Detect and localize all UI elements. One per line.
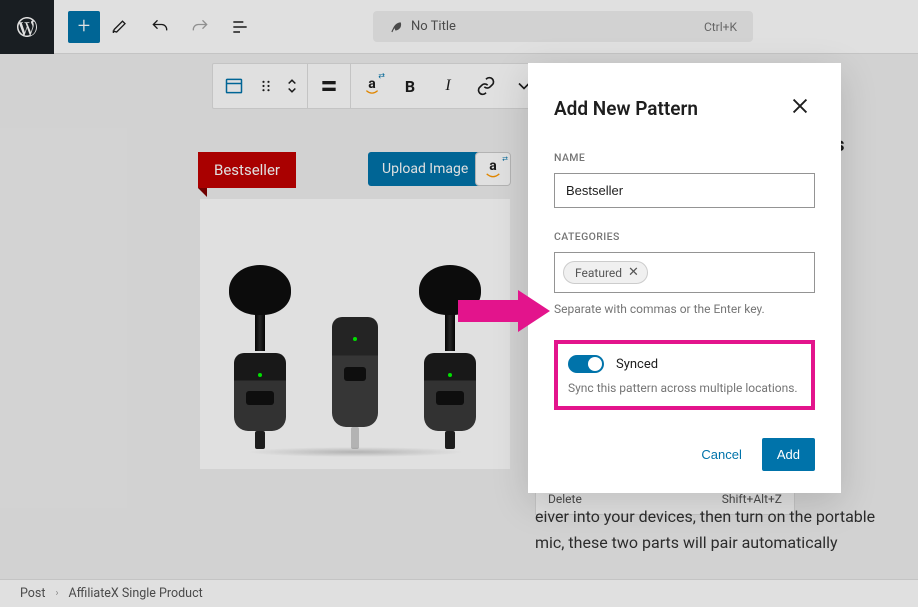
breadcrumb-post[interactable]: Post xyxy=(20,586,45,601)
name-label: NAME xyxy=(554,151,815,164)
move-arrows-icon[interactable] xyxy=(279,65,305,107)
redo-icon[interactable] xyxy=(180,7,220,47)
bold-icon[interactable]: B xyxy=(391,65,429,107)
undo-icon[interactable] xyxy=(140,7,180,47)
cancel-button[interactable]: Cancel xyxy=(695,439,747,470)
align-icon[interactable] xyxy=(310,65,348,107)
close-icon[interactable] xyxy=(785,91,815,125)
document-title-bar[interactable]: No Title Ctrl+K xyxy=(373,11,753,42)
link-icon[interactable] xyxy=(467,65,505,107)
command-shortcut: Ctrl+K xyxy=(704,20,737,34)
feather-icon xyxy=(389,20,403,34)
italic-icon[interactable]: I xyxy=(429,65,467,107)
categories-label: CATEGORIES xyxy=(554,230,815,243)
breadcrumb-block[interactable]: AffiliateX Single Product xyxy=(69,586,203,601)
pattern-name-input[interactable] xyxy=(554,173,815,208)
synced-toggle[interactable] xyxy=(568,355,604,373)
block-type-icon[interactable] xyxy=(215,65,253,107)
edit-tool-icon[interactable] xyxy=(100,7,140,47)
synced-section-highlight: Synced Sync this pattern across multiple… xyxy=(554,340,815,410)
drag-handle-icon[interactable] xyxy=(253,65,279,107)
remove-tag-icon[interactable]: ✕ xyxy=(628,265,639,280)
add-block-button[interactable]: + xyxy=(68,11,100,43)
breadcrumb: Post › AffiliateX Single Product xyxy=(0,579,918,607)
categories-help: Separate with commas or the Enter key. xyxy=(554,302,815,316)
amazon-product-icon[interactable]: ⇄ a xyxy=(353,65,391,107)
document-title: No Title xyxy=(411,19,456,34)
document-overview-icon[interactable] xyxy=(220,7,260,47)
amazon-pill-button[interactable]: ⇄ a xyxy=(475,152,511,186)
synced-label: Synced xyxy=(616,357,658,372)
callout-arrow xyxy=(458,290,550,336)
upload-image-button[interactable]: Upload Image xyxy=(368,152,482,186)
wordpress-logo[interactable] xyxy=(0,0,54,54)
synced-description: Sync this pattern across multiple locati… xyxy=(568,381,801,395)
category-tag: Featured ✕ xyxy=(563,261,648,284)
add-button[interactable]: Add xyxy=(762,438,815,471)
categories-input[interactable]: Featured ✕ xyxy=(554,252,815,293)
editor-topbar: + No Title Ctrl+K xyxy=(0,0,918,54)
add-pattern-modal: Add New Pattern NAME CATEGORIES Featured… xyxy=(528,63,841,493)
product-description[interactable]: eiver into your devices, then turn on th… xyxy=(535,504,885,555)
breadcrumb-separator: › xyxy=(55,588,58,599)
modal-title: Add New Pattern xyxy=(554,97,698,120)
bestseller-badge[interactable]: Bestseller xyxy=(198,152,296,188)
